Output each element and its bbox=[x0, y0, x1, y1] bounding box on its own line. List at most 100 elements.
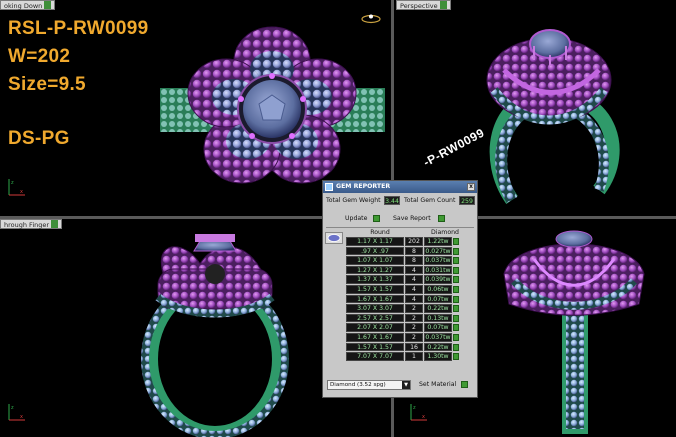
gem-table-row[interactable]: 1.37 X 1.37 4 0.039tw bbox=[346, 275, 464, 285]
gem-table-row[interactable]: 1.67 X 1.67 2 0.037tw bbox=[346, 332, 464, 343]
total-gem-count-label: Total Gem Count bbox=[404, 197, 456, 204]
gem-weight-cell: 0.039tw bbox=[424, 275, 452, 284]
total-gem-weight-label: Total Gem Weight bbox=[326, 197, 381, 204]
gem-count-cell: 202 bbox=[405, 237, 423, 246]
axis-gizmo-icon: z x bbox=[8, 404, 25, 421]
row-select-button[interactable] bbox=[453, 285, 459, 293]
gem-count-cell: 8 bbox=[405, 246, 423, 256]
gem-size-cell: 3.07 X 3.07 bbox=[346, 304, 404, 313]
svg-text:z: z bbox=[11, 405, 14, 411]
row-select-button[interactable] bbox=[453, 295, 459, 303]
gem-table-row[interactable]: 1.67 X 1.67 4 0.07tw bbox=[346, 294, 464, 305]
gem-count-cell: 4 bbox=[405, 284, 423, 294]
save-report-label: Save Report bbox=[393, 215, 431, 222]
gem-weight-cell: 0.027tw bbox=[424, 246, 452, 256]
row-select-button[interactable] bbox=[453, 276, 459, 284]
gem-count-cell: 2 bbox=[405, 332, 423, 342]
set-material-label: Set Material bbox=[419, 381, 457, 388]
row-select-button[interactable] bbox=[453, 314, 459, 322]
gem-table-row[interactable]: 7.07 X 7.07 1 1.30tw bbox=[346, 352, 464, 362]
gem-table-row[interactable]: 1.27 X 1.27 4 0.031tw bbox=[346, 265, 464, 276]
gem-size-cell: 2.57 X 2.57 bbox=[346, 313, 404, 323]
svg-text:x: x bbox=[20, 414, 23, 420]
gem-size-cell: 2.07 X 2.07 bbox=[346, 323, 404, 332]
svg-text:z: z bbox=[11, 180, 14, 186]
material-select[interactable]: Diamond (3.52 spg) ▼ bbox=[327, 380, 411, 390]
gem-weight-cell: 0.13tw bbox=[424, 313, 452, 323]
row-select-button[interactable] bbox=[453, 257, 459, 265]
axis-gizmo-icon: z x bbox=[8, 179, 25, 196]
gem-size-cell: 1.27 X 1.27 bbox=[346, 265, 404, 275]
gem-reporter-logo-icon bbox=[325, 183, 333, 191]
total-gem-count-value: 259 bbox=[459, 196, 475, 205]
gem-weight-cell: 0.037tw bbox=[424, 256, 452, 265]
gem-count-cell: 2 bbox=[405, 313, 423, 323]
row-select-button[interactable] bbox=[453, 333, 459, 341]
gem-size-cell: 1.57 X 1.57 bbox=[346, 284, 404, 294]
chevron-down-icon[interactable]: ▼ bbox=[402, 381, 410, 389]
row-select-button[interactable] bbox=[453, 247, 459, 255]
gem-count-cell: 2 bbox=[405, 323, 423, 332]
svg-text:z: z bbox=[413, 405, 416, 411]
gem-weight-cell: 0.22tw bbox=[424, 304, 452, 313]
gem-size-cell: .97 X .97 bbox=[346, 246, 404, 256]
gem-count-cell: 4 bbox=[405, 294, 423, 304]
gem-size-cell: 1.57 X 1.57 bbox=[346, 342, 404, 352]
gem-table-row[interactable]: 1.57 X 1.57 16 0.22tw bbox=[346, 342, 464, 353]
gem-weight-cell: 0.037tw bbox=[424, 332, 452, 342]
row-select-button[interactable] bbox=[453, 266, 459, 274]
update-button[interactable] bbox=[373, 215, 380, 222]
gem-size-cell: 1.07 X 1.07 bbox=[346, 256, 404, 265]
row-select-button[interactable] bbox=[453, 324, 459, 332]
gem-weight-cell: 0.06tw bbox=[424, 284, 452, 294]
gem-table-row[interactable]: 2.07 X 2.07 2 0.07tw bbox=[346, 323, 464, 333]
material-row: Diamond (3.52 spg) ▼ Set Material bbox=[327, 380, 473, 391]
gem-table-row[interactable]: 3.07 X 3.07 2 0.22tw bbox=[346, 304, 464, 314]
gem-size-cell: 1.67 X 1.67 bbox=[346, 332, 404, 342]
gem-table-row[interactable]: 1.57 X 1.57 4 0.06tw bbox=[346, 284, 464, 295]
svg-text:x: x bbox=[422, 414, 425, 420]
gem-weight-cell: 0.031tw bbox=[424, 265, 452, 275]
svg-text:x: x bbox=[20, 189, 23, 195]
gem-weight-cell: 0.07tw bbox=[424, 323, 452, 332]
gem-weight-cell: 1.22tw bbox=[424, 237, 452, 246]
gem-weight-cell: 1.30tw bbox=[424, 352, 452, 361]
gem-rows: 1.17 X 1.17 202 1.22tw .97 X .97 8 0.027tw 1.0… bbox=[346, 237, 464, 362]
gem-count-cell: 4 bbox=[405, 275, 423, 284]
gem-count-cell: 16 bbox=[405, 342, 423, 352]
actions-row: Update Save Report bbox=[323, 214, 477, 224]
totals-row: Total Gem Weight 3.44 Total Gem Count 25… bbox=[326, 196, 475, 206]
gem-count-cell: 2 bbox=[405, 304, 423, 313]
total-gem-weight-value: 3.44 bbox=[384, 196, 400, 205]
gem-count-cell: 8 bbox=[405, 256, 423, 265]
table-header: Round Diamond bbox=[345, 228, 459, 237]
round-gem-thumbnail-icon bbox=[325, 232, 343, 244]
row-select-button[interactable] bbox=[453, 305, 459, 313]
gem-table-row[interactable]: 1.07 X 1.07 8 0.037tw bbox=[346, 256, 464, 266]
gem-size-cell: 1.67 X 1.67 bbox=[346, 294, 404, 304]
gem-weight-cell: 0.07tw bbox=[424, 294, 452, 304]
axis-gizmo-icon: z x bbox=[410, 404, 427, 421]
row-select-button[interactable] bbox=[453, 238, 459, 245]
column-header-shape: Round bbox=[370, 229, 390, 236]
close-button[interactable]: x bbox=[467, 183, 475, 191]
set-material-button[interactable] bbox=[461, 381, 468, 388]
gem-count-cell: 1 bbox=[405, 352, 423, 361]
row-select-button[interactable] bbox=[453, 343, 459, 351]
gem-reporter-titlebar[interactable]: GEM REPORTER x bbox=[323, 181, 477, 193]
gem-table-row[interactable]: 1.17 X 1.17 202 1.22tw bbox=[346, 237, 464, 247]
gem-reporter-title: GEM REPORTER bbox=[336, 183, 391, 190]
gem-size-cell: 7.07 X 7.07 bbox=[346, 352, 404, 361]
gem-weight-cell: 0.22tw bbox=[424, 342, 452, 352]
gem-count-cell: 4 bbox=[405, 265, 423, 275]
gem-reporter-panel[interactable]: GEM REPORTER x Total Gem Weight 3.44 Tot… bbox=[322, 180, 478, 398]
gem-size-cell: 1.37 X 1.37 bbox=[346, 275, 404, 284]
gem-table-row[interactable]: 2.57 X 2.57 2 0.13tw bbox=[346, 313, 464, 324]
save-report-button[interactable] bbox=[438, 215, 445, 222]
gem-size-cell: 1.17 X 1.17 bbox=[346, 237, 404, 246]
gem-table-row[interactable]: .97 X .97 8 0.027tw bbox=[346, 246, 464, 257]
update-label: Update bbox=[345, 215, 368, 222]
column-header-material: Diamond bbox=[431, 229, 459, 236]
row-select-button[interactable] bbox=[453, 353, 459, 361]
material-select-value: Diamond (3.52 spg) bbox=[330, 382, 386, 388]
